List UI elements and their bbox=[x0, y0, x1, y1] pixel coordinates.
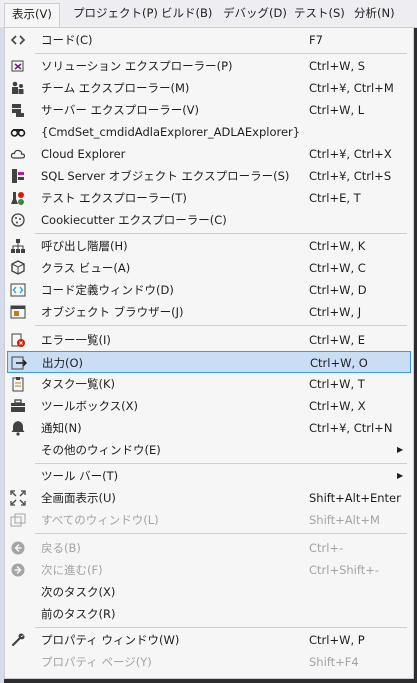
menu-item-back[interactable]: 戻る(B) Ctrl+- bbox=[7, 537, 411, 559]
menu-item-cloud-explorer[interactable]: Cloud Explorer Ctrl+¥, Ctrl+X bbox=[7, 143, 411, 165]
team-explorer-icon bbox=[10, 80, 26, 96]
menu-item-cookiecutter-explorer[interactable]: Cookiecutter エクスプローラー(C) bbox=[7, 209, 411, 231]
bell-icon bbox=[10, 420, 26, 436]
test-explorer-icon bbox=[10, 190, 26, 206]
submenu-arrow-icon: ▶ bbox=[397, 445, 404, 454]
toolbox-icon bbox=[10, 398, 26, 414]
separator bbox=[35, 533, 407, 534]
object-browser-icon bbox=[10, 304, 26, 320]
sql-server-icon bbox=[10, 168, 26, 184]
wrench-icon bbox=[10, 632, 26, 648]
full-screen-icon bbox=[10, 490, 26, 506]
menu-item-task-list[interactable]: タスク一覧(K) Ctrl+W, T bbox=[7, 373, 411, 395]
menu-item-toolbox[interactable]: ツールボックス(X) Ctrl+W, X bbox=[7, 395, 411, 417]
menubar-test[interactable]: テスト(S) bbox=[287, 3, 352, 24]
separator bbox=[35, 463, 407, 464]
menu-item-full-screen[interactable]: 全画面表示(U) Shift+Alt+Enter bbox=[7, 487, 411, 509]
menu-item-team-explorer[interactable]: チーム エクスプローラー(M) Ctrl+¥, Ctrl+M bbox=[7, 77, 411, 99]
separator bbox=[35, 53, 407, 54]
code-definition-icon bbox=[10, 282, 26, 298]
menu-item-code-definition[interactable]: コード定義ウィンドウ(D) Ctrl+W, D bbox=[7, 279, 411, 301]
menu-item-call-hierarchy[interactable]: 呼び出し階層(H) Ctrl+W, K bbox=[7, 235, 411, 257]
menu-item-object-browser[interactable]: オブジェクト ブラウザー(J) Ctrl+W, J bbox=[7, 301, 411, 323]
menu-item-notifications[interactable]: 通知(N) Ctrl+¥, Ctrl+N bbox=[7, 417, 411, 439]
menubar-build[interactable]: ビルド(B) bbox=[154, 3, 219, 24]
task-list-icon bbox=[10, 376, 26, 392]
menu-item-toolbars[interactable]: ツール バー(T) ▶ bbox=[7, 465, 411, 487]
forward-arrow-icon bbox=[10, 562, 26, 578]
adla-explorer-icon bbox=[10, 124, 26, 140]
menu-item-all-windows[interactable]: すべてのウィンドウ(L) Shift+Alt+M bbox=[7, 509, 411, 531]
menu-item-property-pages[interactable]: プロパティ ページ(Y) Shift+F4 bbox=[7, 651, 411, 673]
cloud-icon bbox=[10, 146, 26, 162]
menu-item-output[interactable]: 出力(O) Ctrl+W, O bbox=[7, 351, 411, 373]
menu-item-properties-window[interactable]: プロパティ ウィンドウ(W) Ctrl+W, P bbox=[7, 629, 411, 651]
separator bbox=[35, 627, 407, 628]
server-explorer-icon bbox=[10, 102, 26, 118]
call-hierarchy-icon bbox=[10, 238, 26, 254]
all-windows-icon bbox=[10, 512, 26, 528]
menu-item-error-list[interactable]: エラー一覧(I) Ctrl+W, E bbox=[7, 329, 411, 351]
menu-item-previous-task[interactable]: 前のタスク(R) bbox=[7, 603, 411, 625]
menu-item-solution-explorer[interactable]: ソリューション エクスプローラー(P) Ctrl+W, S bbox=[7, 55, 411, 77]
back-arrow-icon bbox=[10, 540, 26, 556]
cookiecutter-icon bbox=[10, 212, 26, 228]
menu-item-class-view[interactable]: クラス ビュー(A) Ctrl+W, C bbox=[7, 257, 411, 279]
separator bbox=[35, 233, 407, 234]
menu-item-adla-explorer[interactable]: {CmdSet_cmdidAdlaExplorer_ADLAExplorer} bbox=[7, 121, 411, 143]
error-list-icon bbox=[10, 332, 26, 348]
menubar-analyze[interactable]: 分析(N) bbox=[347, 3, 402, 24]
view-menu-dropdown: コード(C) F7 ソリューション エクスプローラー(P) Ctrl+W, S … bbox=[4, 27, 414, 679]
menubar-view[interactable]: 表示(V) bbox=[4, 3, 60, 28]
menu-item-test-explorer[interactable]: テスト エクスプローラー(T) Ctrl+E, T bbox=[7, 187, 411, 209]
menu-item-forward[interactable]: 次に進む(F) Ctrl+Shift+- bbox=[7, 559, 411, 581]
menu-item-code[interactable]: コード(C) F7 bbox=[7, 29, 411, 51]
menu-bar: 表示(V) プロジェクト(P) ビルド(B) デバッグ(D) テスト(S) 分析… bbox=[0, 0, 417, 28]
menu-item-server-explorer[interactable]: サーバー エクスプローラー(V) Ctrl+W, L bbox=[7, 99, 411, 121]
menubar-debug[interactable]: デバッグ(D) bbox=[216, 3, 294, 24]
menubar-project[interactable]: プロジェクト(P) bbox=[66, 3, 165, 24]
code-brackets-icon bbox=[10, 32, 26, 48]
class-view-icon bbox=[10, 260, 26, 276]
solution-explorer-icon bbox=[10, 58, 26, 74]
separator bbox=[35, 325, 407, 326]
menu-item-sql-server-explorer[interactable]: SQL Server オブジェクト エクスプローラー(S) Ctrl+¥, Ct… bbox=[7, 165, 411, 187]
menu-item-next-task[interactable]: 次のタスク(X) bbox=[7, 581, 411, 603]
menu-item-other-windows[interactable]: その他のウィンドウ(E) ▶ bbox=[7, 439, 411, 461]
submenu-arrow-icon: ▶ bbox=[397, 471, 404, 480]
output-icon bbox=[11, 355, 27, 371]
